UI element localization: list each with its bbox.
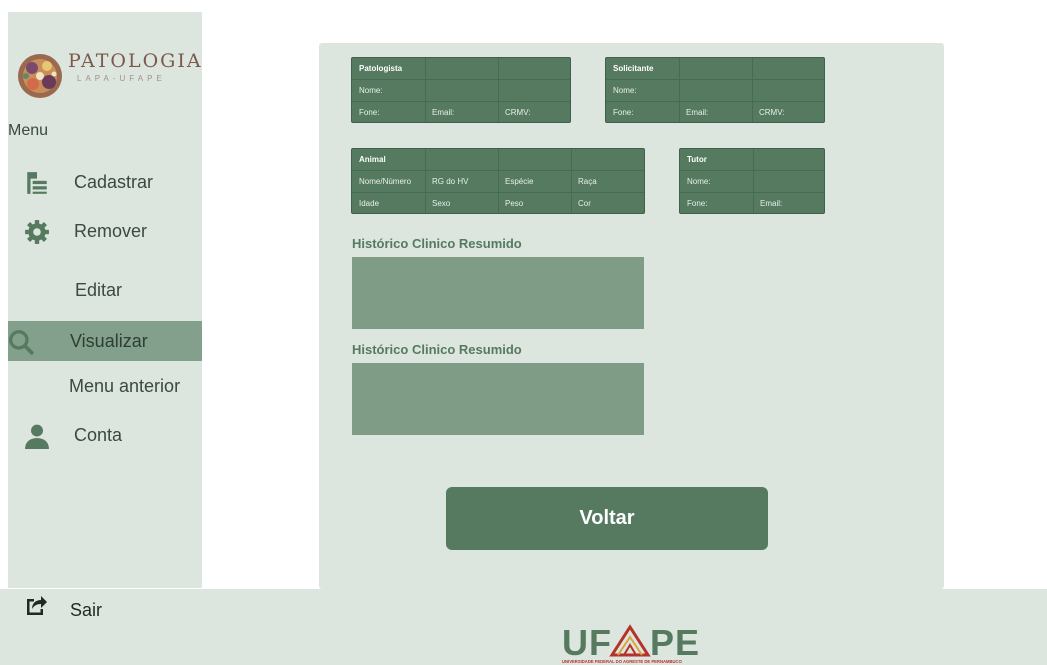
patologista-title: Patologista (359, 64, 403, 73)
sidebar-item-label: Visualizar (70, 331, 148, 351)
divider (352, 79, 570, 80)
animal-sexo: Sexo (432, 199, 451, 208)
sidebar-item-label: Remover (74, 221, 148, 241)
divider (680, 170, 824, 171)
ufape-logo: UF PE UNIVERSIDADE FEDERAL DO AGRESTE DE… (562, 622, 700, 664)
sidebar-item-menu-anterior[interactable]: Menu anterior (8, 366, 202, 406)
sidebar-item-remover[interactable]: Remover (8, 211, 202, 251)
patologia-logo-icon (18, 54, 62, 98)
divider (498, 149, 499, 213)
divider (425, 58, 426, 122)
tutor-email: Email: (760, 199, 783, 208)
divider (606, 101, 824, 102)
tutor-card: Tutor Nome: Fone: Email: (679, 148, 825, 214)
divider (498, 58, 499, 122)
historico-title: Histórico Clinico Resumido (352, 342, 522, 357)
divider (606, 79, 824, 80)
animal-cor: Cor (578, 199, 591, 208)
animal-card: Animal Nome/Número RG do HV Espécie Raça… (351, 148, 645, 214)
tutor-title: Tutor (687, 155, 707, 164)
divider (752, 58, 753, 122)
sidebar-item-cadastrar[interactable]: Cadastrar (8, 162, 202, 202)
solicitante-email: Email: (686, 108, 709, 117)
animal-raca: Raça (578, 177, 597, 186)
sidebar-item-label: Cadastrar (74, 172, 154, 192)
divider (753, 149, 754, 213)
solicitante-card: Solicitante Nome: Fone: Email: CRMV: (605, 57, 825, 123)
gear-icon (25, 220, 49, 244)
patologista-crmv: CRMV: (505, 108, 531, 117)
sidebar-item-label: Conta (74, 425, 123, 445)
tutor-fone: Fone: (687, 199, 708, 208)
logout-label[interactable]: Sair (70, 600, 102, 621)
historico-box[interactable] (352, 363, 644, 435)
logout-icon[interactable] (24, 593, 48, 617)
voltar-button[interactable]: Voltar (446, 487, 768, 550)
solicitante-crmv: CRMV: (759, 108, 785, 117)
divider (571, 149, 572, 213)
historico-box[interactable] (352, 257, 644, 329)
historico-title: Histórico Clinico Resumido (352, 236, 522, 251)
solicitante-title: Solicitante (613, 64, 654, 73)
ufape-tagline: UNIVERSIDADE FEDERAL DO AGRESTE DE PERNA… (562, 659, 683, 664)
divider (425, 149, 426, 213)
animal-rg: RG do HV (432, 177, 469, 186)
search-icon (9, 330, 34, 355)
animal-peso: Peso (505, 199, 524, 208)
sidebar-item-label: Editar (75, 280, 123, 300)
animal-idade: Idade (359, 199, 380, 208)
svg-text:PE: PE (650, 622, 700, 663)
brand-title: PATOLOGIA (68, 50, 203, 72)
patologista-email: Email: (432, 108, 455, 117)
patologista-fone: Fone: (359, 108, 380, 117)
brand-subtitle: LAPA-UFAPE (77, 74, 166, 83)
divider (679, 58, 680, 122)
sidebar-item-visualizar[interactable]: Visualizar (8, 321, 202, 361)
svg-text:UF: UF (562, 622, 612, 663)
patologista-card: Patologista Nome: Fone: Email: CRMV: (351, 57, 571, 123)
menu-heading: Menu (8, 122, 49, 139)
solicitante-fone: Fone: (613, 108, 634, 117)
divider (352, 101, 570, 102)
bottom-bar (0, 589, 1047, 665)
document-add-icon (27, 172, 47, 194)
animal-especie: Espécie (505, 177, 534, 186)
sidebar-item-editar[interactable]: Editar (8, 270, 202, 310)
solicitante-nome: Nome: (613, 86, 637, 95)
animal-title: Animal (359, 155, 386, 164)
sidebar-item-conta[interactable]: Conta (8, 415, 202, 455)
patologista-nome: Nome: (359, 86, 383, 95)
animal-nome: Nome/Número (359, 177, 412, 186)
user-icon (25, 424, 49, 449)
sidebar-item-label: Menu anterior (69, 376, 181, 396)
tutor-nome: Nome: (687, 177, 711, 186)
divider (680, 192, 824, 193)
